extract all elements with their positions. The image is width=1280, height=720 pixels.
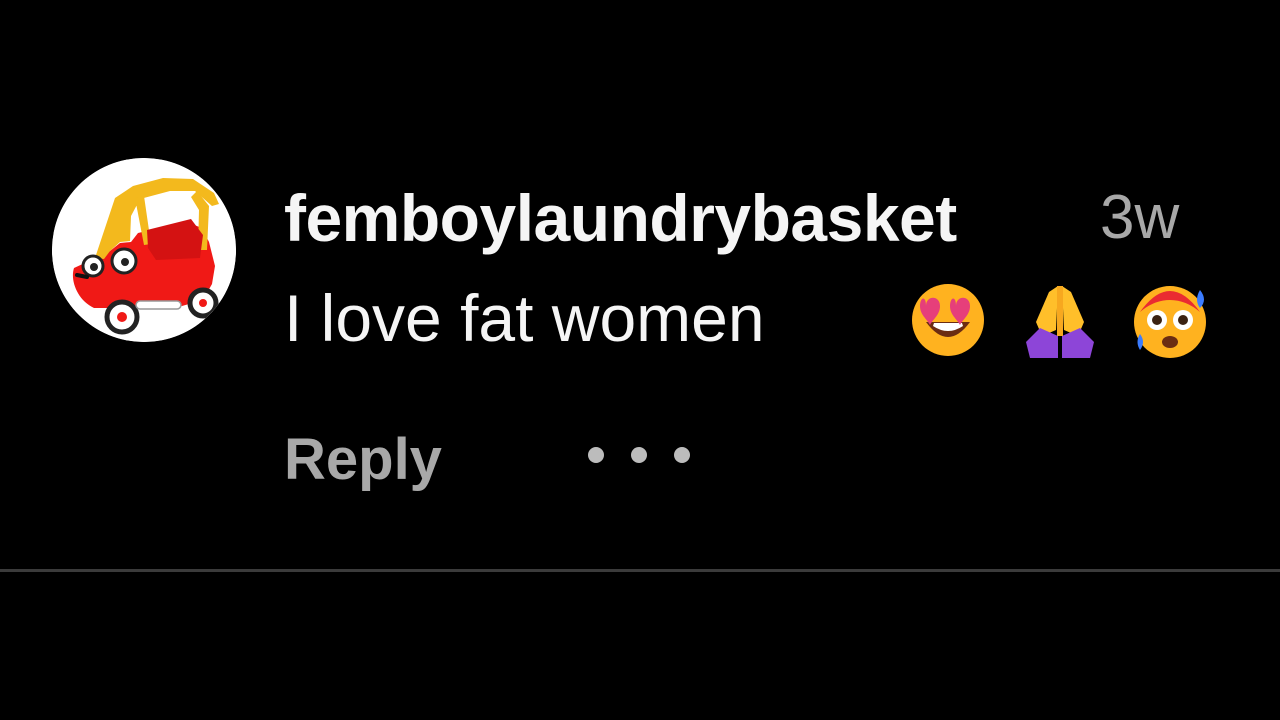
comment-timestamp: 3w	[1100, 183, 1180, 252]
folded-hands-emoji	[1018, 278, 1102, 362]
section-divider	[0, 569, 1280, 572]
comment-item: femboylaundrybasket 3w I love fat women	[0, 0, 1280, 570]
flushed-emoji	[1128, 278, 1212, 362]
heart-eyes-emoji	[906, 278, 990, 362]
dot-icon	[588, 447, 604, 463]
comment-text: I love fat women	[284, 281, 765, 355]
comment-username[interactable]: femboylaundrybasket	[284, 178, 957, 258]
dot-icon	[631, 447, 647, 463]
reply-button[interactable]: Reply	[284, 420, 442, 500]
more-options-icon[interactable]	[588, 438, 690, 472]
dot-icon	[674, 447, 690, 463]
screen: femboylaundrybasket 3w I love fat women	[0, 0, 1280, 720]
toy-car-avatar	[52, 158, 236, 342]
user-avatar[interactable]	[52, 158, 236, 342]
